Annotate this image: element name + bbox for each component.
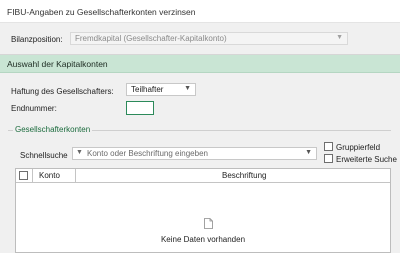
gruppierfeld-label: Gruppierfeld (336, 143, 381, 152)
endnummer-input[interactable] (126, 101, 154, 115)
document-icon (204, 218, 213, 229)
bilanzposition-band: Bilanzposition: Fremdkapital (Gesellscha… (0, 23, 400, 55)
bilanzposition-label: Bilanzposition: (11, 35, 63, 44)
section-header: Auswahl der Kapitalkonten (0, 55, 400, 73)
haftung-value: Teilhafter (131, 85, 164, 94)
erweiterte-suche-checkbox[interactable] (324, 154, 333, 163)
bilanzposition-value: Fremdkapital (Gesellschafter-Kapitalkont… (75, 34, 227, 43)
group-title: Gesellschafterkonten (13, 125, 93, 134)
column-header-konto[interactable]: Konto (39, 171, 60, 180)
search-placeholder: Konto oder Beschriftung eingeben (87, 149, 208, 158)
endnummer-label: Endnummer: (11, 104, 57, 113)
section-title: Auswahl der Kapitalkonten (7, 59, 108, 69)
schnellsuche-label: Schnellsuche (20, 151, 68, 160)
chevron-down-icon: ▼ (336, 34, 343, 41)
search-combo[interactable]: ▼ Konto oder Beschriftung eingeben ▼ (72, 147, 317, 160)
title-bar: FIBU-Angaben zu Gesellschafterkonten ver… (0, 0, 400, 23)
column-header-beschriftung[interactable]: Beschriftung (222, 171, 266, 180)
erweiterte-suche-label: Erweiterte Suche (336, 155, 397, 164)
gruppierfeld-checkbox[interactable] (324, 142, 333, 151)
empty-state-text: Keine Daten vorhanden (160, 235, 246, 244)
chevron-down-icon: ▼ (184, 85, 191, 92)
table-header: Konto Beschriftung (16, 169, 390, 183)
haftung-combo[interactable]: Teilhafter ▼ (126, 83, 196, 96)
konten-table: Konto Beschriftung Keine Daten vorhanden (15, 168, 391, 253)
select-all-checkbox[interactable] (19, 171, 28, 180)
haftung-label: Haftung des Gesellschafters: (11, 87, 114, 96)
bilanzposition-combo[interactable]: Fremdkapital (Gesellschafter-Kapitalkont… (70, 32, 348, 45)
window-title: FIBU-Angaben zu Gesellschafterkonten ver… (7, 7, 196, 17)
chevron-down-icon: ▼ (305, 149, 312, 156)
column-separator (32, 169, 33, 182)
chevron-down-icon: ▼ (76, 149, 83, 156)
column-separator (75, 169, 76, 182)
